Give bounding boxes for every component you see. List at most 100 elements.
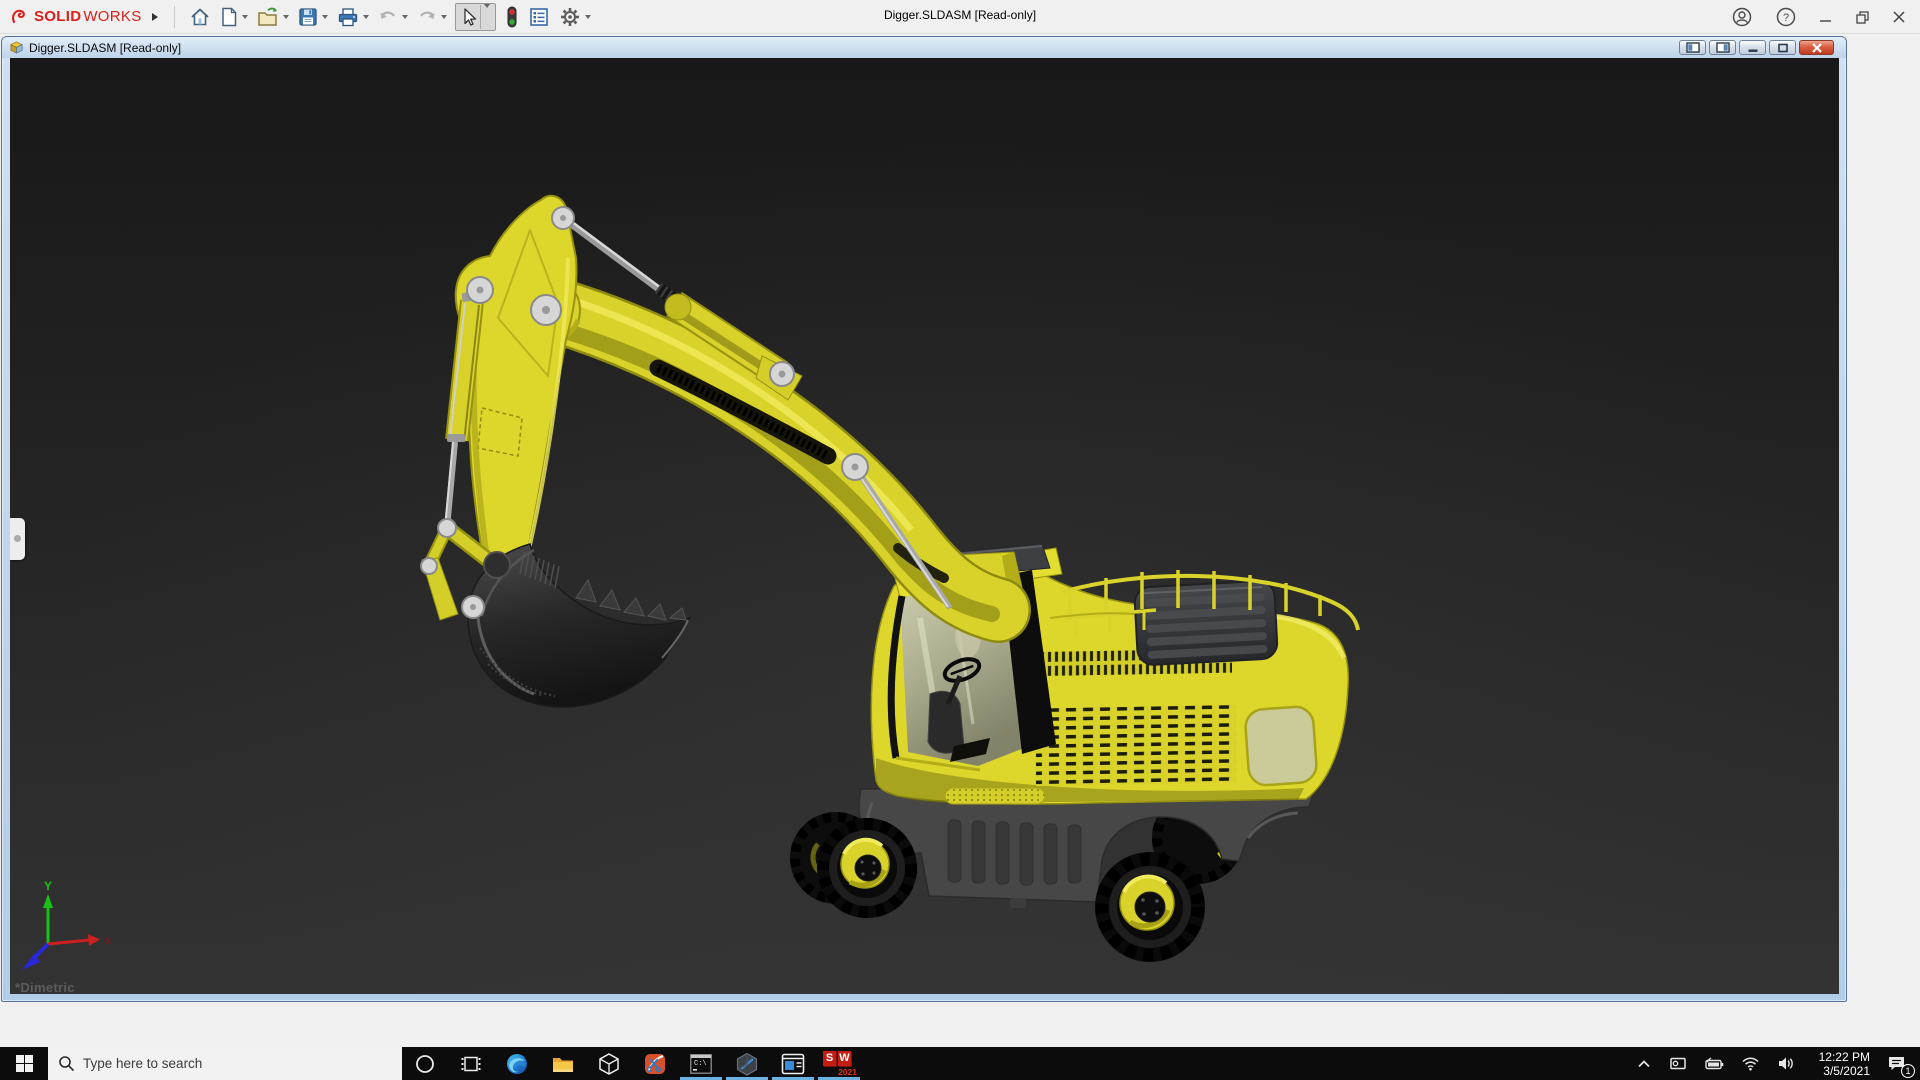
taskbar-item-remote-window[interactable] — [770, 1047, 816, 1080]
doc-close-button[interactable] — [1799, 40, 1834, 55]
print-icon — [336, 6, 360, 28]
document-titlebar[interactable]: Digger.SLDASM [Read-only] — [2, 37, 1846, 58]
collapse-tab-dot-icon — [14, 535, 21, 542]
pane-right-icon — [1716, 42, 1730, 53]
select-tool-active[interactable] — [455, 3, 496, 31]
snipping-tool-icon — [643, 1052, 667, 1076]
quick-access-toolbar — [187, 3, 593, 31]
doc-restore-button[interactable] — [1769, 40, 1796, 55]
close-button[interactable] — [1892, 10, 1906, 24]
doc-minimize-button[interactable] — [1739, 40, 1766, 55]
options-button[interactable] — [556, 3, 593, 31]
cmd-prompt-text: C:\ — [694, 1060, 707, 1068]
options-dropdown[interactable] — [585, 15, 591, 19]
orientation-triad: Y x — [18, 878, 118, 990]
taskbar-item-3d-viewer[interactable] — [586, 1047, 632, 1080]
engine-hood — [1134, 580, 1278, 665]
taskbar-item-task-view[interactable] — [448, 1047, 494, 1080]
volume-button[interactable] — [1775, 1054, 1797, 1073]
taskbar-item-cortana[interactable] — [402, 1047, 448, 1080]
notification-badge: 1 — [1901, 1064, 1915, 1078]
tablet-mode-button[interactable] — [1667, 1054, 1689, 1074]
document-window-controls — [1679, 40, 1834, 55]
brand-text-light: WORKS — [83, 8, 141, 25]
new-document-icon — [219, 6, 239, 28]
rebuild-button[interactable] — [502, 3, 522, 31]
wifi-button[interactable] — [1739, 1054, 1762, 1073]
viewport-3d[interactable]: Y x *Dimetric — [10, 58, 1839, 994]
undo-dropdown[interactable] — [402, 15, 408, 19]
boom — [512, 276, 998, 614]
taskbar-clock[interactable]: 12:22 PM 3/5/2021 — [1810, 1048, 1872, 1080]
svg-text:?: ? — [1783, 12, 1789, 24]
undo-button[interactable] — [375, 4, 410, 30]
taskbar-item-edrawings[interactable] — [724, 1047, 770, 1080]
triad-y-label: Y — [44, 879, 52, 893]
save-button[interactable] — [295, 4, 330, 30]
taskbar-item-solidworks[interactable]: S W 2021 — [816, 1047, 862, 1080]
select-tool-dropdown[interactable] — [480, 5, 493, 29]
start-button[interactable] — [0, 1047, 48, 1080]
hidden-icons-button[interactable] — [1634, 1055, 1654, 1073]
clock-time: 12:22 PM — [1812, 1050, 1870, 1064]
open-button[interactable] — [254, 4, 291, 30]
account-button[interactable] — [1731, 6, 1753, 28]
new-document-dropdown[interactable] — [242, 15, 248, 19]
search-icon — [58, 1055, 75, 1072]
help-icon: ? — [1775, 6, 1797, 28]
pane-left-button[interactable] — [1679, 40, 1706, 55]
chassis — [859, 787, 1316, 908]
battery-charging-icon — [1704, 1057, 1724, 1071]
home-button[interactable] — [187, 4, 213, 30]
clock-date: 3/5/2021 — [1812, 1064, 1870, 1078]
pane-right-button[interactable] — [1709, 40, 1736, 55]
gear-icon — [558, 5, 582, 29]
3d-viewer-icon — [597, 1052, 621, 1076]
taskbar-item-edge[interactable] — [494, 1047, 540, 1080]
front-wheel — [817, 818, 917, 918]
solidworks-logo[interactable]: SOLIDWORKS — [0, 7, 164, 27]
document-title: Digger.SLDASM [Read-only] — [29, 41, 181, 55]
taskbar-search[interactable] — [48, 1047, 402, 1080]
wifi-icon — [1741, 1056, 1760, 1071]
print-button[interactable] — [334, 4, 371, 30]
triad-x-label: x — [105, 935, 112, 947]
restore-button[interactable] — [1855, 10, 1870, 25]
file-explorer-icon — [551, 1052, 575, 1076]
redo-icon — [416, 6, 438, 28]
close-icon — [1892, 10, 1906, 24]
redo-button[interactable] — [414, 4, 449, 30]
save-dropdown[interactable] — [322, 15, 328, 19]
action-center-button[interactable]: 1 — [1885, 1053, 1908, 1074]
task-view-icon — [461, 1054, 481, 1074]
minimize-icon — [1819, 10, 1833, 24]
rear-wheel — [1095, 852, 1205, 962]
screen: SOLIDWORKS — [0, 0, 1920, 1080]
home-icon — [189, 6, 211, 28]
doc-close-icon — [1811, 43, 1823, 53]
app-title: Digger.SLDASM [Read-only] — [884, 8, 1036, 22]
menu-flyout-arrow-icon[interactable] — [152, 13, 158, 21]
new-document-button[interactable] — [217, 4, 250, 30]
assembly-icon — [9, 40, 24, 55]
search-input[interactable] — [83, 1056, 363, 1071]
print-dropdown[interactable] — [363, 15, 369, 19]
redo-dropdown[interactable] — [441, 15, 447, 19]
edge-icon — [505, 1052, 529, 1076]
app-window-controls: ? — [1731, 0, 1912, 34]
file-properties-button[interactable] — [526, 4, 552, 30]
feature-pane-collapse-tab[interactable] — [10, 518, 25, 560]
open-dropdown[interactable] — [283, 15, 289, 19]
minimize-button[interactable] — [1819, 10, 1833, 24]
taskbar-item-command-prompt[interactable]: C:\ — [678, 1047, 724, 1080]
app-titlebar: SOLIDWORKS — [0, 0, 1920, 34]
doc-restore-icon — [1777, 43, 1789, 53]
select-cursor-icon — [458, 6, 478, 28]
battery-button[interactable] — [1702, 1055, 1726, 1073]
help-button[interactable]: ? — [1775, 6, 1797, 28]
taskbar-item-snipping-tool[interactable] — [632, 1047, 678, 1080]
chevron-up-icon — [1636, 1057, 1652, 1071]
triad-y-arrow — [43, 894, 53, 908]
taskbar: C:\ S W 202 — [0, 1047, 1920, 1080]
taskbar-item-file-explorer[interactable] — [540, 1047, 586, 1080]
